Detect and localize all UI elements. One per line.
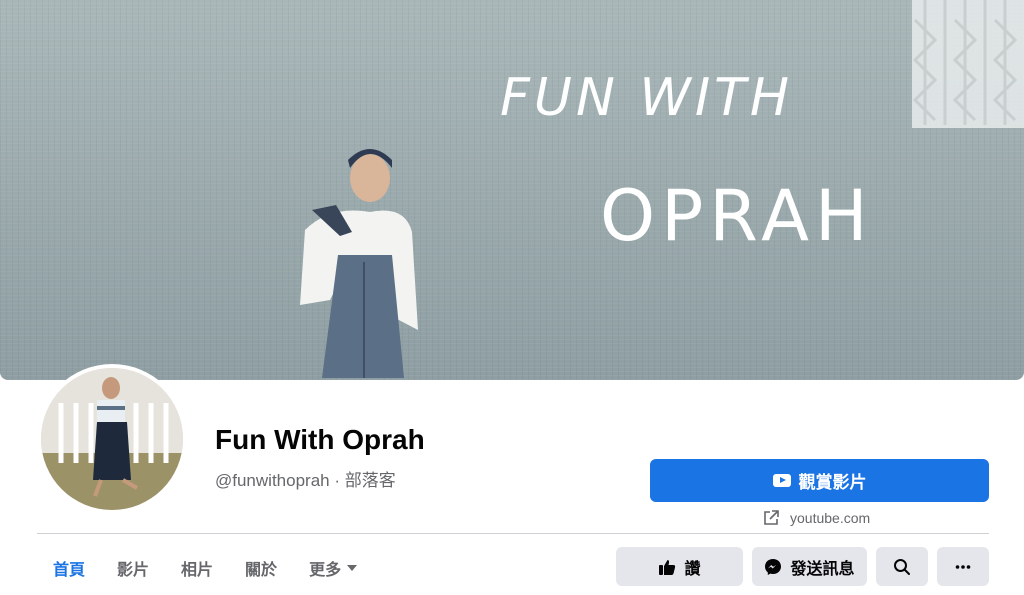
search-icon <box>894 558 910 575</box>
cover-text-line1: FUN WITH <box>500 68 793 128</box>
tab-videos-label: 影片 <box>117 562 150 579</box>
profile-avatar[interactable] <box>37 364 187 514</box>
section-divider <box>37 533 989 534</box>
play-icon <box>772 474 791 487</box>
website-link-label: youtube.com <box>790 510 871 526</box>
cover-photo[interactable]: FUN WITH OPRAH <box>0 0 1024 380</box>
page-title: Fun With Oprah <box>215 424 425 455</box>
messenger-icon <box>765 558 782 575</box>
website-link[interactable]: youtube.com <box>762 508 870 528</box>
more-options-button[interactable] <box>937 547 989 586</box>
like-label: 讚 <box>684 560 701 578</box>
avatar-photo <box>41 368 183 510</box>
thumbs-up-icon <box>659 559 676 575</box>
watch-video-button[interactable]: 觀賞影片 <box>650 459 989 502</box>
tab-photos-label: 相片 <box>181 562 214 579</box>
caret-down-icon <box>347 565 358 571</box>
tab-more-label: 更多 <box>309 562 342 579</box>
page-handle-category: @funwithoprah · 部落客 <box>215 471 396 490</box>
watch-video-label: 觀賞影片 <box>798 473 867 492</box>
ellipsis-icon <box>955 564 971 569</box>
like-button[interactable]: 讚 <box>616 547 743 586</box>
tab-home[interactable]: 首頁 <box>37 548 101 588</box>
search-button[interactable] <box>876 547 928 586</box>
tab-about-label: 關於 <box>245 562 278 579</box>
external-link-icon <box>764 510 779 525</box>
send-message-label: 發送訊息 <box>790 560 855 578</box>
tab-photos[interactable]: 相片 <box>165 548 229 588</box>
send-message-button[interactable]: 發送訊息 <box>752 547 867 586</box>
tab-videos[interactable]: 影片 <box>101 548 165 588</box>
window-grille <box>912 0 1024 128</box>
tab-more[interactable]: 更多 <box>293 548 373 588</box>
cover-illustration: FUN WITH OPRAH <box>300 0 1024 378</box>
cover-text-line2: OPRAH <box>600 175 874 257</box>
tab-home-label: 首頁 <box>53 562 86 579</box>
cover-person <box>300 149 418 378</box>
tab-about[interactable]: 關於 <box>229 548 293 588</box>
page-tabs: 首頁 影片 相片 關於 更多 <box>37 548 373 588</box>
